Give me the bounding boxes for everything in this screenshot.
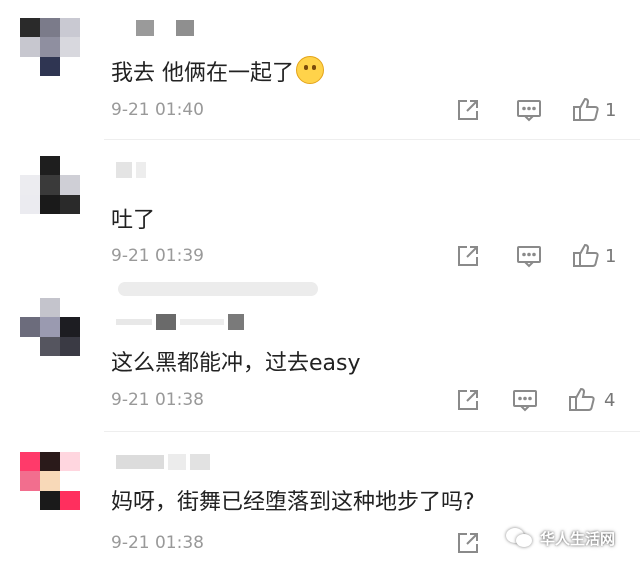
wechat-icon [506, 526, 534, 550]
watermark: 华人生活网 [506, 526, 615, 550]
comment-text: 我去 他俩在一起了 [111, 55, 324, 87]
username-mosaic[interactable] [116, 314, 244, 330]
like-count: 4 [604, 390, 616, 411]
share-icon[interactable] [456, 388, 480, 416]
like-count: 1 [605, 246, 617, 267]
like-count: 1 [605, 100, 617, 121]
reply-icon[interactable] [516, 98, 542, 126]
comment-item: 这么黑都能冲，过去easy 9-21 01:38 4 [0, 292, 640, 432]
share-icon[interactable] [456, 244, 480, 272]
comment-text: 妈呀，街舞已经堕落到这种地步了吗? [111, 490, 475, 515]
share-icon[interactable] [456, 531, 480, 559]
comment-item: 我去 他俩在一起了 9-21 01:40 1 [0, 0, 640, 140]
like-icon[interactable] [568, 386, 596, 416]
comment-item: 吐了 9-21 01:39 1 [0, 140, 640, 280]
avatar[interactable] [20, 452, 80, 510]
flushed-face-emoji-icon [296, 56, 324, 84]
comment-time: 9-21 01:38 [111, 390, 204, 410]
like-icon[interactable] [572, 242, 600, 272]
comment-time: 9-21 01:39 [111, 246, 204, 266]
username-mosaic[interactable] [116, 454, 210, 470]
reply-icon[interactable] [516, 244, 542, 272]
avatar[interactable] [20, 156, 80, 214]
avatar[interactable] [20, 18, 80, 76]
like-icon[interactable] [572, 96, 600, 126]
reply-icon[interactable] [512, 388, 538, 416]
watermark-text: 华人生活网 [540, 529, 616, 548]
username-mosaic[interactable] [116, 162, 146, 178]
share-icon[interactable] [456, 98, 480, 126]
avatar[interactable] [20, 298, 80, 356]
comment-time: 9-21 01:40 [111, 100, 204, 120]
comment-text: 吐了 [111, 208, 156, 233]
comment-time: 9-21 01:38 [111, 533, 204, 553]
comment-text: 这么黑都能冲，过去easy [111, 351, 361, 376]
username-mosaic[interactable] [136, 20, 194, 36]
